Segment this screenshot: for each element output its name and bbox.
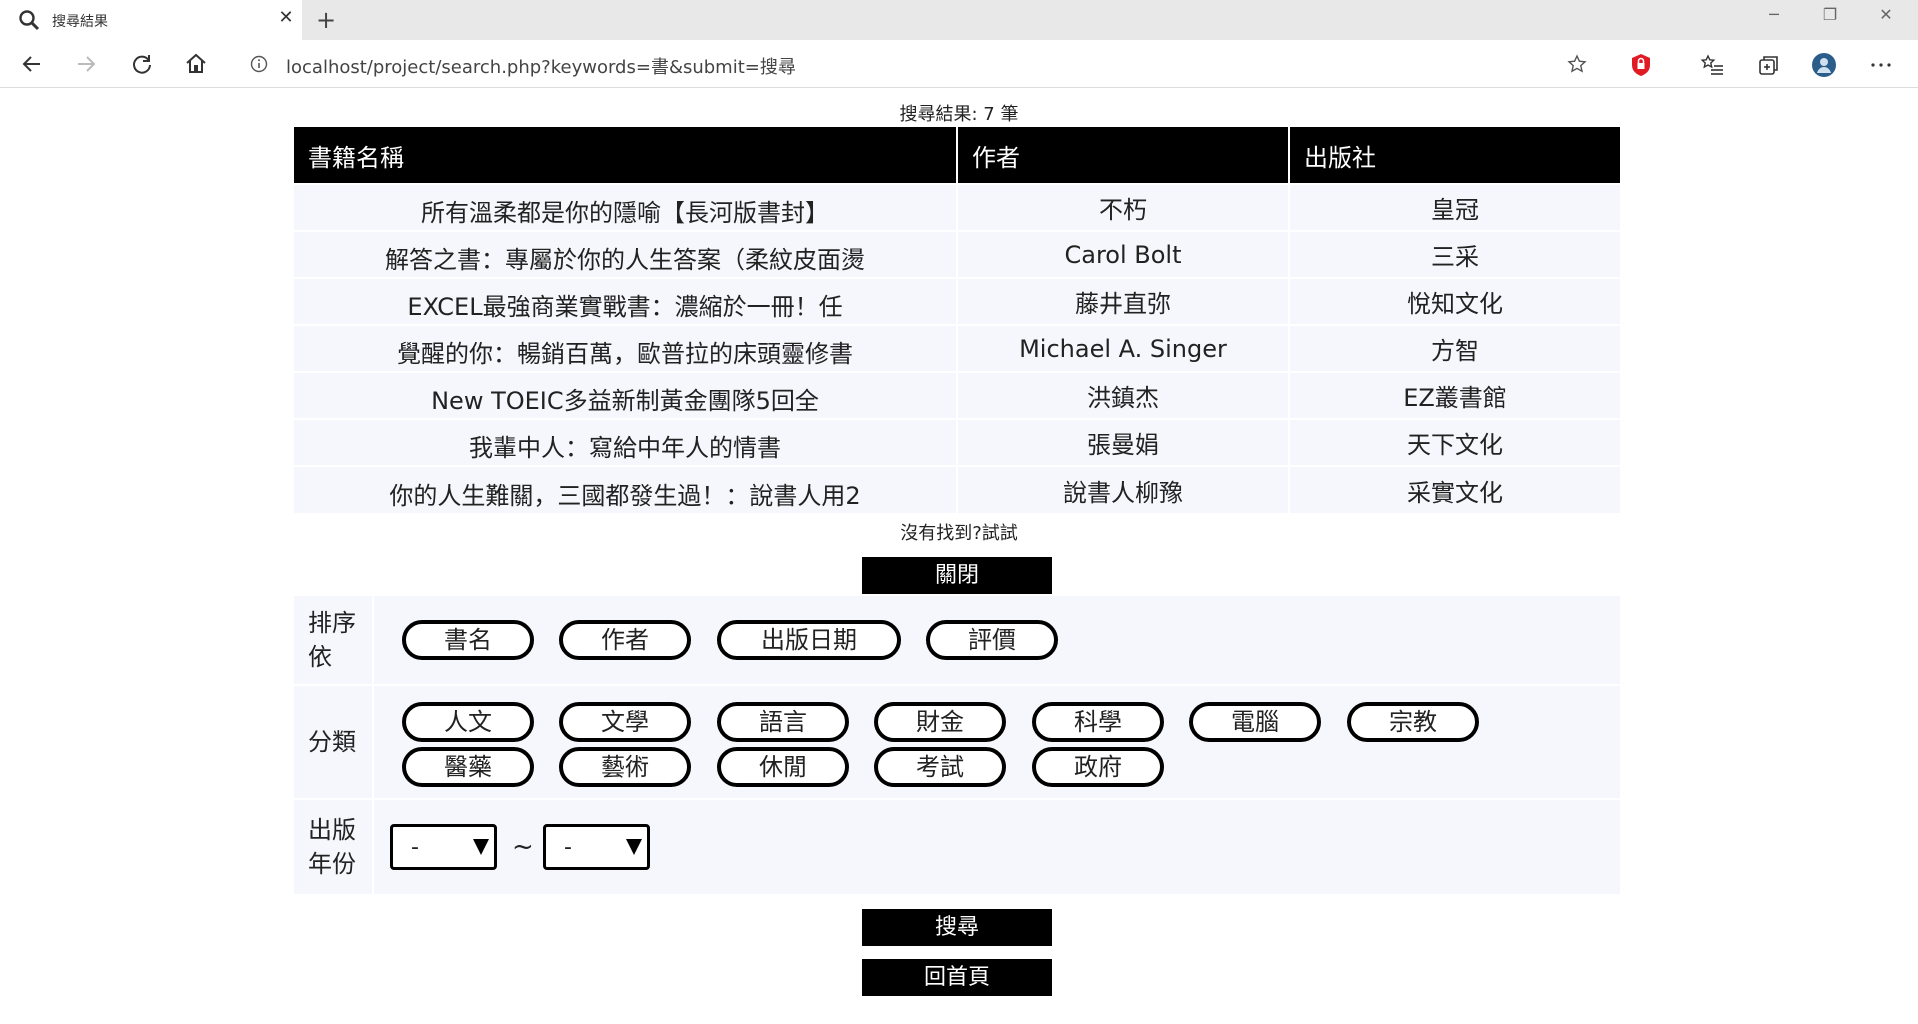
book-author: 說書人柳豫 — [957, 465, 1290, 513]
reload-button[interactable] — [126, 50, 158, 78]
sort-by-date-button[interactable]: 出版日期 — [717, 620, 901, 660]
info-icon[interactable] — [250, 55, 268, 73]
tab-close-icon[interactable]: ✕ — [276, 8, 296, 28]
sort-label: 排序依 — [294, 596, 374, 684]
book-publisher: EZ叢書館 — [1289, 371, 1620, 419]
new-tab-button[interactable]: + — [314, 6, 338, 34]
book-author: 張曼娟 — [957, 418, 1290, 466]
book-author: 不朽 — [957, 183, 1290, 231]
table-row[interactable]: New TOEIC多益新制黃金團隊5回全 洪鎮杰 EZ叢書館 — [294, 371, 1620, 419]
header-author: 作者 — [957, 127, 1290, 184]
browser-toolbar: localhost/project/search.php?keywords=書&… — [0, 40, 1918, 88]
table-row[interactable]: 覺醒的你：暢銷百萬，歐普拉的床頭靈修書 Michael A. Singer 方智 — [294, 324, 1620, 372]
book-title[interactable]: 解答之書：專屬於你的人生答案（柔紋皮面燙 — [294, 230, 958, 278]
more-menu-icon[interactable] — [1868, 52, 1894, 78]
category-filter-section: 分類 人文 文學 語言 財金 科學 電腦 宗教 醫藥 藝術 休閒 考試 政府 — [294, 686, 1620, 798]
forward-button[interactable] — [70, 50, 102, 78]
book-title[interactable]: New TOEIC多益新制黃金團隊5回全 — [294, 371, 958, 419]
dropdown-arrow-icon — [624, 836, 644, 856]
url-text[interactable]: localhost/project/search.php?keywords=書&… — [286, 53, 796, 79]
back-arrow-icon — [22, 56, 40, 72]
sort-by-author-button[interactable]: 作者 — [559, 620, 691, 660]
year-label: 出版年份 — [294, 800, 374, 894]
category-leisure-button[interactable]: 休閒 — [717, 747, 849, 787]
address-bar[interactable]: localhost/project/search.php?keywords=書&… — [232, 46, 1592, 82]
book-title[interactable]: EXCEL最強商業實戰書：濃縮於一冊！任 — [294, 277, 958, 325]
shield-extension-icon[interactable] — [1628, 52, 1654, 78]
sort-filter-section: 排序依 書名 作者 出版日期 評價 — [294, 596, 1620, 684]
forward-arrow-icon — [78, 56, 96, 72]
home-icon — [186, 53, 206, 73]
favorites-list-icon[interactable] — [1700, 52, 1726, 78]
search-button[interactable]: 搜尋 — [862, 909, 1052, 946]
category-exam-button[interactable]: 考試 — [874, 747, 1006, 787]
header-title: 書籍名稱 — [294, 127, 958, 184]
book-publisher: 方智 — [1289, 324, 1620, 372]
category-art-button[interactable]: 藝術 — [559, 747, 691, 787]
book-publisher: 皇冠 — [1289, 183, 1620, 231]
category-label: 分類 — [294, 686, 374, 798]
not-found-text: 沒有找到?試試 — [900, 523, 1018, 544]
minimize-button[interactable]: ─ — [1746, 0, 1802, 30]
dropdown-arrow-icon — [471, 836, 491, 856]
book-title[interactable]: 你的人生難關，三國都發生過！：說書人用2 — [294, 465, 958, 513]
browser-tab[interactable]: 搜尋結果 ✕ — [0, 0, 302, 40]
year-from-value: - — [411, 835, 419, 860]
table-row[interactable]: EXCEL最強商業實戰書：濃縮於一冊！任 藤井直弥 悅知文化 — [294, 277, 1620, 325]
year-label-text: 出版年份 — [308, 816, 356, 878]
back-to-home-button[interactable]: 回首頁 — [862, 959, 1052, 996]
category-language-button[interactable]: 語言 — [717, 702, 849, 742]
category-finance-button[interactable]: 財金 — [874, 702, 1006, 742]
year-filter-section: 出版年份 - ~ - — [294, 800, 1620, 894]
reload-icon — [133, 55, 151, 74]
year-to-value: - — [564, 835, 572, 860]
window-close-button[interactable]: ✕ — [1858, 0, 1914, 30]
page-content: 搜尋結果: 7 筆 書籍名稱 作者 出版社 所有溫柔都是你的隱喻【長河版書封】 … — [0, 89, 1918, 1024]
book-publisher: 悅知文化 — [1289, 277, 1620, 325]
book-author: Carol Bolt — [957, 230, 1290, 278]
book-title[interactable]: 我輩中人：寫給中年人的情書 — [294, 418, 958, 466]
book-publisher: 三采 — [1289, 230, 1620, 278]
category-medicine-button[interactable]: 醫藥 — [402, 747, 534, 787]
back-button[interactable] — [16, 50, 48, 78]
tab-title: 搜尋結果 — [52, 14, 108, 30]
category-government-button[interactable]: 政府 — [1032, 747, 1164, 787]
category-science-button[interactable]: 科學 — [1032, 702, 1164, 742]
collections-icon[interactable] — [1756, 52, 1782, 78]
search-icon — [18, 9, 40, 31]
book-title[interactable]: 覺醒的你：暢銷百萬，歐普拉的床頭靈修書 — [294, 324, 958, 372]
results-table: 書籍名稱 作者 出版社 所有溫柔都是你的隱喻【長河版書封】 不朽 皇冠 解答之書… — [294, 127, 1620, 513]
category-humanities-button[interactable]: 人文 — [402, 702, 534, 742]
table-row[interactable]: 你的人生難關，三國都發生過！：說書人用2 說書人柳豫 采實文化 — [294, 465, 1620, 513]
year-range-separator: ~ — [512, 832, 534, 862]
table-row[interactable]: 解答之書：專屬於你的人生答案（柔紋皮面燙 Carol Bolt 三采 — [294, 230, 1620, 278]
sort-by-title-button[interactable]: 書名 — [402, 620, 534, 660]
book-author: Michael A. Singer — [957, 324, 1290, 372]
book-publisher: 天下文化 — [1289, 418, 1620, 466]
close-button[interactable]: 關閉 — [862, 557, 1052, 594]
favorite-star-icon[interactable] — [1567, 54, 1587, 74]
book-publisher: 采實文化 — [1289, 465, 1620, 513]
book-author: 洪鎮杰 — [957, 371, 1290, 419]
header-publisher: 出版社 — [1289, 127, 1620, 184]
category-literature-button[interactable]: 文學 — [559, 702, 691, 742]
home-button[interactable] — [180, 50, 212, 78]
table-header-row: 書籍名稱 作者 出版社 — [294, 127, 1620, 184]
book-title[interactable]: 所有溫柔都是你的隱喻【長河版書封】 — [294, 183, 958, 231]
sort-by-rating-button[interactable]: 評價 — [926, 620, 1058, 660]
year-to-select[interactable]: - — [543, 824, 650, 870]
table-row[interactable]: 我輩中人：寫給中年人的情書 張曼娟 天下文化 — [294, 418, 1620, 466]
category-religion-button[interactable]: 宗教 — [1347, 702, 1479, 742]
result-count: 搜尋結果: 7 筆 — [899, 104, 1019, 125]
book-author: 藤井直弥 — [957, 277, 1290, 325]
category-computer-button[interactable]: 電腦 — [1189, 702, 1321, 742]
year-from-select[interactable]: - — [390, 824, 497, 870]
maximize-button[interactable]: ❐ — [1802, 0, 1858, 30]
profile-avatar-icon[interactable] — [1811, 52, 1837, 78]
browser-titlebar: 搜尋結果 ✕ + ─ ❐ ✕ — [0, 0, 1918, 40]
table-row[interactable]: 所有溫柔都是你的隱喻【長河版書封】 不朽 皇冠 — [294, 183, 1620, 231]
